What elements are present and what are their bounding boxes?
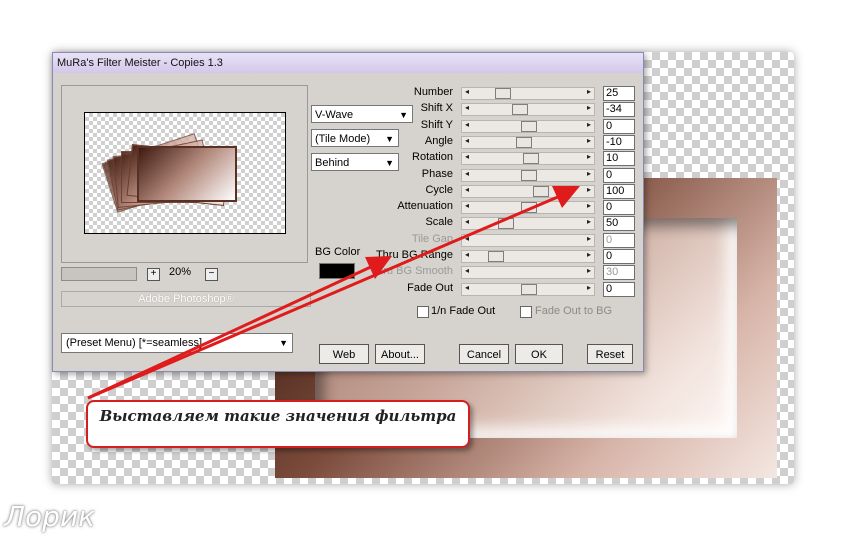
annotation-note: Выставляем такие значения фильтра <box>86 400 470 448</box>
annotation-arrow-line <box>87 194 561 400</box>
annotation-arrows <box>87 186 580 400</box>
watermark: Лорик <box>4 500 96 533</box>
annotation-arrow-line <box>87 263 376 400</box>
